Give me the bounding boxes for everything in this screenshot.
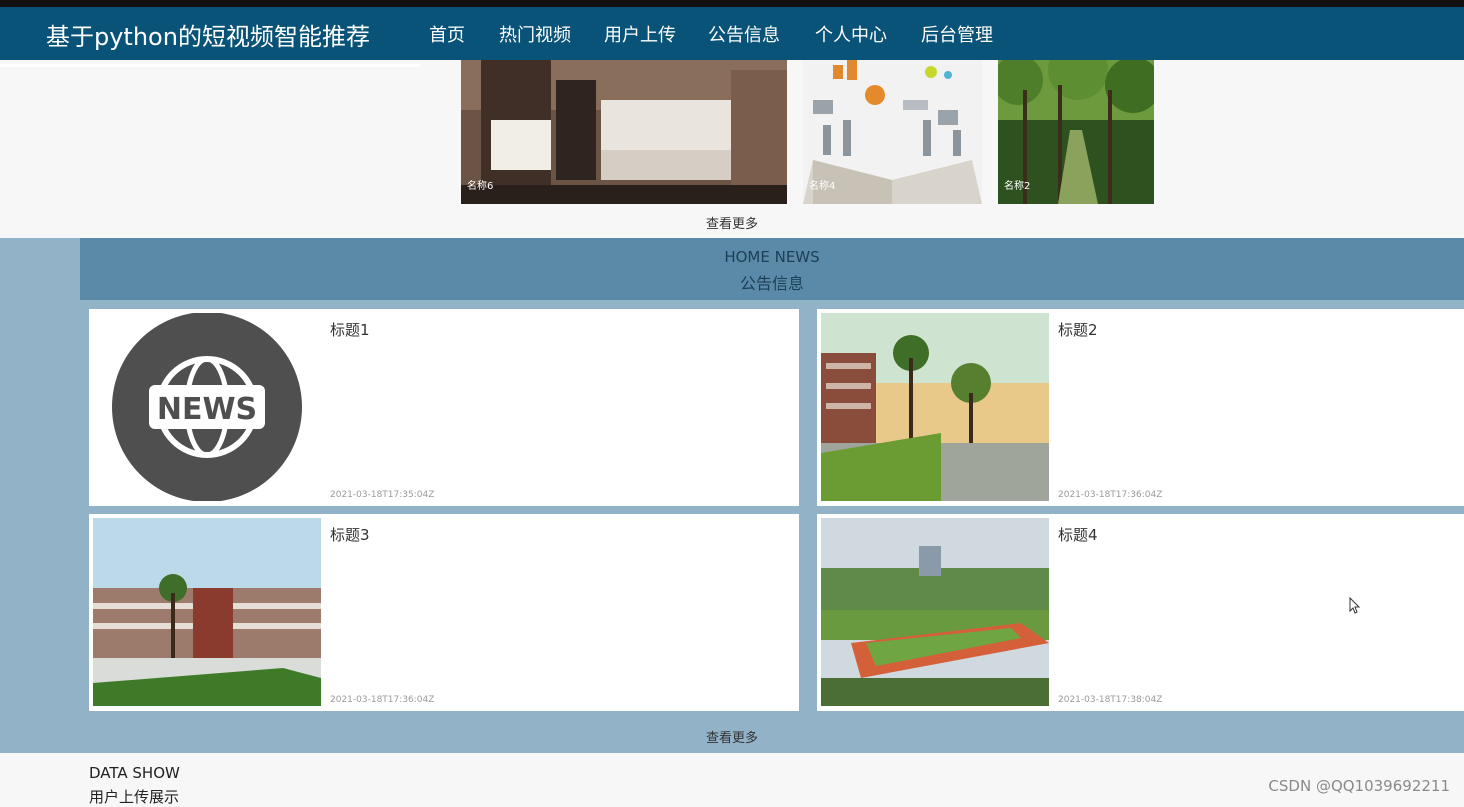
top-navbar: 基于python的短视频智能推荐 首页 热门视频 用户上传 公告信息 个人中心 …	[0, 7, 1464, 67]
news-title: 标题2	[1058, 321, 1098, 339]
nav-user-upload[interactable]: 用户上传	[604, 21, 676, 47]
site-title[interactable]: 基于python的短视频智能推荐	[46, 17, 370, 52]
news-card[interactable]: 标题3 2021-03-18T17:36:04Z	[89, 514, 799, 711]
running-track-image	[821, 518, 1049, 706]
campus-sunset-image	[821, 313, 1049, 501]
news-heading-en: HOME NEWS	[724, 248, 820, 266]
svg-text:NEWS: NEWS	[157, 392, 257, 427]
video-caption: 名称2	[1004, 181, 1031, 192]
window-top-strip	[0, 0, 1464, 7]
video-caption: 名称4	[809, 181, 836, 192]
news-card[interactable]: 标题2 2021-03-18T17:36:04Z	[817, 309, 1464, 506]
news-thumbnail	[93, 518, 321, 706]
news-title: 标题4	[1058, 526, 1098, 544]
nav-announcements[interactable]: 公告信息	[708, 21, 780, 47]
video-caption: 名称6	[467, 181, 494, 192]
news-card[interactable]: NEWS 标题1 2021-03-18T17:35:04Z	[89, 309, 799, 506]
news-time: 2021-03-18T17:35:04Z	[330, 490, 435, 500]
news-section: HOME NEWS 公告信息 NEWS 标题1 2021-03-18T17:35…	[0, 238, 1464, 753]
news-thumbnail: NEWS	[93, 313, 321, 501]
news-title: 标题3	[330, 526, 370, 544]
csdn-watermark: CSDN @QQ1039692211	[1268, 777, 1450, 795]
nav-personal-center[interactable]: 个人中心	[815, 21, 887, 47]
data-show-heading-en: DATA SHOW	[89, 764, 180, 782]
mouse-pointer-icon	[1349, 597, 1361, 614]
campus-building-image	[93, 518, 321, 706]
video-thumbnail[interactable]: 名称6	[461, 60, 787, 204]
nav-home[interactable]: 首页	[429, 21, 465, 47]
news-time: 2021-03-18T17:36:04Z	[1058, 490, 1163, 500]
news-header: HOME NEWS 公告信息	[80, 238, 1464, 300]
news-more-link[interactable]: 查看更多	[0, 727, 1464, 746]
news-heading-cn: 公告信息	[739, 274, 804, 293]
title-underline	[0, 64, 420, 67]
news-title: 标题1	[330, 321, 370, 339]
news-thumbnail	[821, 518, 1049, 706]
video-thumbnail[interactable]: 名称4	[803, 60, 982, 204]
news-time: 2021-03-18T17:38:04Z	[1058, 695, 1163, 705]
news-globe-icon: NEWS	[93, 313, 321, 501]
video-thumbnail[interactable]: 名称2	[998, 60, 1154, 204]
videos-more-link[interactable]: 查看更多	[0, 213, 1464, 232]
news-card[interactable]: 标题4 2021-03-18T17:38:04Z	[817, 514, 1464, 711]
nav-hot-videos[interactable]: 热门视频	[499, 21, 571, 47]
news-thumbnail	[821, 313, 1049, 501]
news-time: 2021-03-18T17:36:04Z	[330, 695, 435, 705]
bedroom-image	[461, 60, 787, 204]
nav-admin[interactable]: 后台管理	[921, 21, 993, 47]
